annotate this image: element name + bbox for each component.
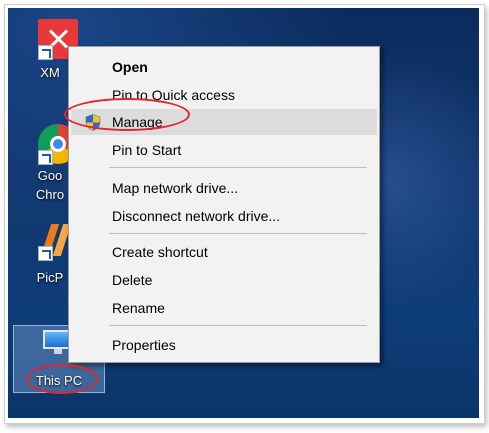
menu-item-label: Pin to Quick access: [112, 87, 235, 103]
context-menu: Open Pin to Quick access Manage Pin to S…: [68, 46, 380, 363]
menu-separator: [109, 233, 367, 234]
menu-item-open[interactable]: Open: [71, 54, 377, 80]
menu-item-label: Map network drive...: [112, 180, 239, 196]
menu-item-disconnect-network-drive[interactable]: Disconnect network drive...: [71, 203, 377, 229]
menu-item-pin-quick-access[interactable]: Pin to Quick access: [71, 82, 377, 108]
menu-item-create-shortcut[interactable]: Create shortcut: [71, 239, 377, 265]
menu-item-pin-start[interactable]: Pin to Start: [71, 137, 377, 163]
shortcut-arrow-icon: [38, 150, 53, 165]
menu-item-label: Pin to Start: [112, 142, 182, 158]
uac-shield-icon: [85, 114, 101, 131]
menu-item-properties[interactable]: Properties: [71, 332, 377, 358]
menu-item-label: Properties: [112, 337, 176, 353]
shortcut-arrow-icon: [38, 45, 53, 60]
monitor-stand: [54, 349, 62, 354]
menu-item-manage[interactable]: Manage: [71, 109, 377, 135]
menu-item-map-network-drive[interactable]: Map network drive...: [71, 175, 377, 201]
menu-item-label: Manage: [112, 114, 163, 130]
desktop[interactable]: XM Goo Chro PicP This PC Open Pin to Qui…: [8, 8, 479, 418]
desktop-icon-label: This PC: [35, 373, 83, 388]
menu-item-label: Open: [112, 59, 148, 75]
menu-separator: [109, 325, 367, 326]
menu-separator: [109, 167, 367, 168]
menu-item-label: Create shortcut: [112, 244, 208, 260]
menu-item-label: Rename: [112, 300, 165, 316]
menu-item-delete[interactable]: Delete: [71, 267, 377, 293]
menu-item-label: Disconnect network drive...: [112, 208, 281, 224]
menu-item-rename[interactable]: Rename: [71, 295, 377, 321]
menu-item-label: Delete: [112, 272, 153, 288]
shortcut-arrow-icon: [38, 246, 53, 261]
